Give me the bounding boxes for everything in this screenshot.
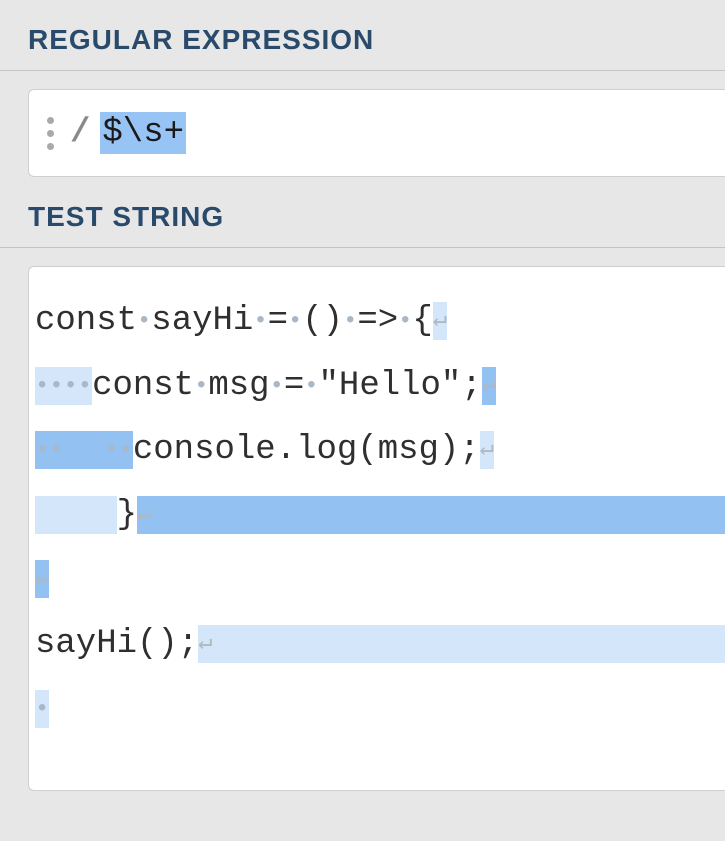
code-text: "Hello"; (319, 367, 482, 405)
code-line: }↵ (35, 483, 719, 548)
code-text (35, 496, 117, 534)
space-dot-icon: • (194, 364, 208, 409)
regex-input-box[interactable]: / $\s+ (28, 89, 725, 177)
code-text: console.log(msg); (133, 431, 480, 469)
carriage-return-icon: ↵ (433, 307, 447, 334)
match-highlight: ↵ (480, 431, 494, 469)
code-text: => (357, 302, 398, 340)
space-dot-icon: • (49, 428, 63, 473)
code-text: = (284, 367, 304, 405)
code-line: sayHi();↵ (35, 612, 719, 677)
space-dot-icon: • (104, 428, 118, 473)
regex-section-header: REGULAR EXPRESSION (0, 0, 725, 71)
space-dot-icon: • (49, 364, 63, 409)
code-line: ↵ (35, 547, 719, 612)
code-line: • (35, 677, 719, 742)
code-line: const•sayHi•=•()•=>•{↵ (35, 289, 719, 354)
code-text (64, 431, 105, 469)
space-dot-icon: • (398, 299, 412, 344)
code-text: const (35, 302, 137, 340)
code-text: sayHi (151, 302, 253, 340)
match-highlight: ↵ (35, 560, 49, 598)
vertical-grip-icon[interactable] (45, 115, 56, 152)
carriage-return-icon: ↵ (480, 436, 494, 463)
space-dot-icon: • (64, 364, 78, 409)
space-dot-icon: • (137, 299, 151, 344)
code-text: = (268, 302, 288, 340)
carriage-return-icon: ↵ (35, 565, 49, 592)
code-line: •• ••console.log(msg);↵ (35, 418, 719, 483)
match-highlight: •• •• (35, 431, 133, 469)
match-highlight: ↵ (198, 625, 725, 663)
space-dot-icon: • (288, 299, 302, 344)
match-highlight: ↵ (137, 496, 725, 534)
carriage-return-icon: ↵ (482, 372, 496, 399)
space-dot-icon: • (35, 428, 49, 473)
match-highlight: ↵ (482, 367, 496, 405)
test-string-input[interactable]: const•sayHi•=•()•=>•{↵••••const•msg•=•"H… (28, 266, 725, 791)
code-text: const (92, 367, 194, 405)
code-text (151, 496, 725, 534)
match-highlight: •••• (35, 367, 92, 405)
test-string-section-header: TEST STRING (0, 177, 725, 248)
space-dot-icon: • (78, 364, 92, 409)
code-line: ••••const•msg•=•"Hello";↵ (35, 354, 719, 419)
space-dot-icon: • (119, 428, 133, 473)
space-dot-icon: • (35, 687, 49, 732)
space-dot-icon: • (35, 364, 49, 409)
code-text: } (117, 496, 137, 534)
space-dot-icon: • (270, 364, 284, 409)
code-text (213, 625, 725, 663)
carriage-return-icon: ↵ (137, 501, 151, 528)
regex-delimiter: / (70, 114, 90, 152)
space-dot-icon: • (253, 299, 267, 344)
code-text: () (302, 302, 343, 340)
code-text: msg (208, 367, 269, 405)
match-highlight: ↵ (433, 302, 447, 340)
space-dot-icon: • (304, 364, 318, 409)
code-text: sayHi(); (35, 625, 198, 663)
regex-pattern[interactable]: $\s+ (100, 112, 186, 154)
match-highlight: • (35, 690, 49, 728)
carriage-return-icon: ↵ (198, 630, 212, 657)
code-text: { (412, 302, 432, 340)
match-highlight (35, 496, 117, 534)
space-dot-icon: • (343, 299, 357, 344)
